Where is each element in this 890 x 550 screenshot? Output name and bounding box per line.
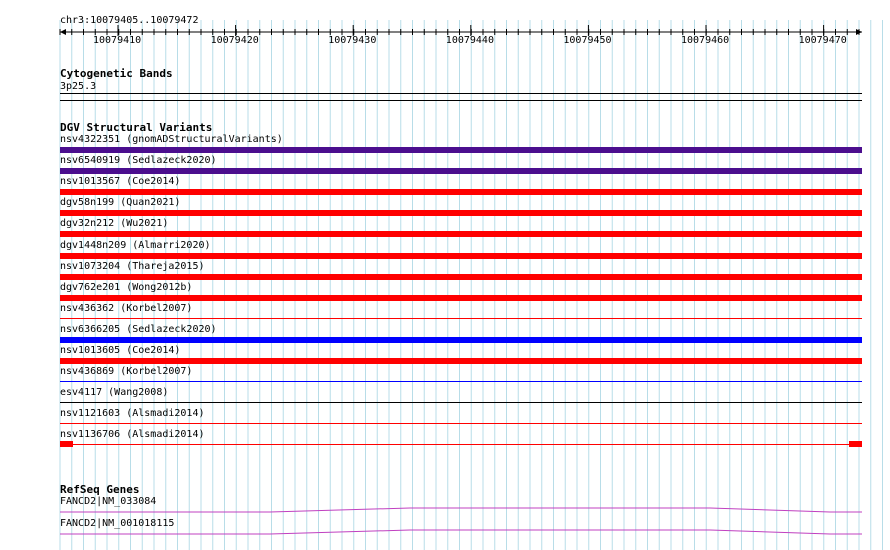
- cytoband-title: Cytogenetic Bands: [60, 67, 173, 80]
- cytoband-label: 3p25.3: [60, 81, 97, 92]
- dgv-variant-bar[interactable]: [60, 168, 862, 175]
- dgv-variant-bar[interactable]: [60, 147, 862, 153]
- ruler-left-arrow-icon: [60, 29, 66, 35]
- dgv-track-label: dgv32n212 (Wu2021): [60, 218, 169, 230]
- dgv-variant-bar[interactable]: [60, 358, 862, 364]
- ruler-tick-label: 10079420: [210, 35, 259, 46]
- ruler-tick-label: 10079440: [445, 35, 494, 46]
- dgv-variant-bar[interactable]: [60, 252, 862, 259]
- dgv-variant-bar[interactable]: [60, 294, 862, 301]
- dgv-track-label: nsv1073204 (Thareja2015): [60, 260, 205, 272]
- dgv-track-label: dgv762e201 (Wong2012b): [60, 281, 193, 293]
- ruler: [59, 25, 862, 36]
- dgv-track-label: nsv1136706 (Alsmadi2014): [60, 429, 205, 441]
- dgv-variant-bar[interactable]: [60, 444, 862, 446]
- dgv-variant-bar[interactable]: [60, 423, 862, 425]
- dgv-variant-bar[interactable]: [60, 402, 862, 404]
- ruler-tick-label: 10079410: [93, 35, 142, 46]
- refseq-title: RefSeq Genes: [60, 483, 140, 496]
- cytoband-bar: [60, 93, 862, 94]
- dgv-variant-bar[interactable]: [60, 273, 862, 280]
- dgv-variant-bar[interactable]: [60, 210, 862, 217]
- dgv-track-label: nsv1013605 (Coe2014): [60, 345, 181, 356]
- dgv-track-label: nsv436869 (Korbel2007): [60, 366, 193, 378]
- variant-end-block-left: [60, 441, 73, 447]
- dgv-track-label: nsv4322351 (gnomADStructuralVariants): [60, 134, 283, 145]
- ruler-tick-label: 10079460: [681, 35, 730, 46]
- dgv-variant-bar[interactable]: [60, 317, 862, 319]
- section-divider: [60, 100, 862, 101]
- dgv-track-label: nsv6366205 (Sedlazeck2020): [60, 323, 217, 335]
- dgv-variant-bar[interactable]: [60, 336, 862, 343]
- refseq-gene-line[interactable]: [0, 505, 890, 515]
- dgv-track-label: nsv436362 (Korbel2007): [60, 302, 193, 314]
- dgv-variant-bar[interactable]: [60, 189, 862, 196]
- ruler-tick-label: 10079470: [798, 35, 847, 46]
- dgv-variant-bar[interactable]: [60, 381, 862, 383]
- dgv-track-label: nsv6540919 (Sedlazeck2020): [60, 155, 217, 167]
- dgv-track-label: dgv58n199 (Quan2021): [60, 197, 181, 209]
- ruler-tick-label: 10079450: [563, 35, 612, 46]
- dgv-track-label: dgv1448n209 (Almarri2020): [60, 239, 211, 251]
- dgv-variant-bar[interactable]: [60, 231, 862, 238]
- dgv-track-label: nsv1121603 (Alsmadi2014): [60, 408, 205, 420]
- refseq-gene-line[interactable]: [0, 527, 890, 537]
- variant-end-block-right: [849, 441, 862, 447]
- dgv-track-label: esv4117 (Wang2008): [60, 387, 169, 399]
- dgv-track-label: nsv1013567 (Coe2014): [60, 176, 181, 188]
- ruler-tick-label: 10079430: [328, 35, 377, 46]
- dgv-title: DGV Structural Variants: [60, 121, 213, 134]
